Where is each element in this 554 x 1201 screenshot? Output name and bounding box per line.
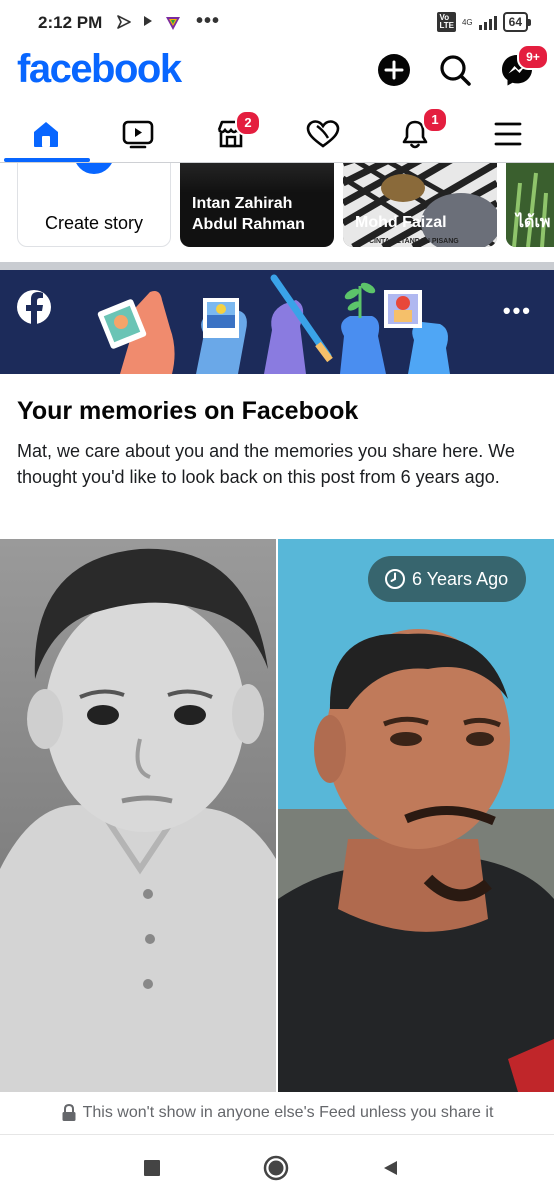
create-story-card[interactable]: Create story	[17, 163, 171, 247]
tab-menu[interactable]	[462, 106, 554, 162]
create-post-button[interactable]	[376, 52, 412, 88]
memories-description: Mat, we care about you and the memories …	[17, 441, 515, 487]
plus-circle-icon	[378, 54, 410, 86]
status-right: Vo LTE 4G 64	[437, 12, 532, 32]
years-ago-badge: 6 Years Ago	[368, 556, 527, 602]
story-author-name: Mohd Faizal	[355, 214, 447, 231]
privacy-note-text: This won't show in anyone else's Feed un…	[82, 1104, 494, 1121]
feed-separator	[0, 262, 554, 270]
facebook-logo[interactable]: facebook	[17, 47, 182, 92]
send-status-icon	[116, 14, 132, 34]
clock-icon	[385, 569, 405, 589]
home-circle-icon[interactable]	[263, 1155, 289, 1181]
messenger-button[interactable]: 9+	[499, 44, 549, 88]
app-status-icon	[164, 14, 182, 36]
status-time: 2:12 PM	[38, 13, 103, 32]
child-photo	[0, 539, 276, 1092]
story-thumbnail	[180, 163, 334, 193]
home-icon	[34, 122, 58, 147]
story-card[interactable]: Intan Zahirah Abdul Rahman	[180, 163, 334, 247]
notifications-badge: 1	[422, 107, 448, 133]
memory-photo-right[interactable]	[278, 539, 554, 1092]
search-icon	[440, 55, 471, 86]
add-story-plus-icon	[71, 163, 117, 178]
tab-bar: 2 1	[0, 106, 554, 162]
memories-title: Your memories on Facebook	[17, 397, 359, 425]
man-photo	[278, 539, 554, 1092]
story-author-name: ได้เพ	[516, 214, 551, 231]
story-caption: CINTA SETANDAN PISANG	[369, 238, 459, 245]
messenger-badge: 9+	[517, 44, 549, 70]
years-ago-label: 6 Years Ago	[412, 568, 509, 589]
marketplace-badge: 2	[235, 110, 261, 136]
story-author-name: Intan Zahirah Abdul Rahman	[192, 195, 305, 233]
search-button[interactable]	[437, 52, 473, 88]
story-thumbnail	[506, 163, 554, 247]
volte-icon: Vo LTE	[437, 12, 456, 32]
video-icon	[122, 120, 154, 149]
play-status-icon	[142, 14, 154, 32]
stories-tray: Create story Intan Zahirah Abdul Rahman …	[0, 163, 554, 261]
story-card[interactable]: ได้เพ	[506, 163, 554, 247]
more-status-icon: •••	[196, 10, 221, 32]
create-story-label: Create story	[44, 213, 144, 233]
tab-video[interactable]	[92, 106, 184, 162]
dating-heart-icon	[306, 120, 340, 148]
tab-notifications[interactable]: 1	[369, 106, 461, 162]
lock-icon	[62, 1104, 76, 1121]
story-thumbnail	[343, 163, 497, 247]
tab-dating[interactable]	[277, 106, 369, 162]
status-bar: 2:12 PM ••• Vo LTE 4G 64	[0, 0, 554, 48]
privacy-note: This won't show in anyone else's Feed un…	[0, 1092, 554, 1134]
memories-banner: •••	[0, 270, 554, 374]
system-navigation-bar	[0, 1134, 554, 1201]
tab-marketplace[interactable]: 2	[185, 106, 277, 162]
more-options-icon[interactable]: •••	[503, 298, 532, 324]
memory-photo-left[interactable]	[0, 539, 276, 1092]
back-triangle-icon[interactable]	[381, 1159, 399, 1177]
tab-home[interactable]	[0, 106, 92, 162]
signal-icon	[478, 14, 497, 30]
memories-illustration	[0, 270, 554, 374]
hamburger-menu-icon	[494, 122, 522, 146]
battery-icon: 64	[502, 12, 532, 32]
story-card[interactable]: Mohd Faizal CINTA SETANDAN PISANG	[343, 163, 497, 247]
recent-apps-icon[interactable]	[144, 1160, 160, 1176]
network-label: 4G	[461, 17, 473, 27]
